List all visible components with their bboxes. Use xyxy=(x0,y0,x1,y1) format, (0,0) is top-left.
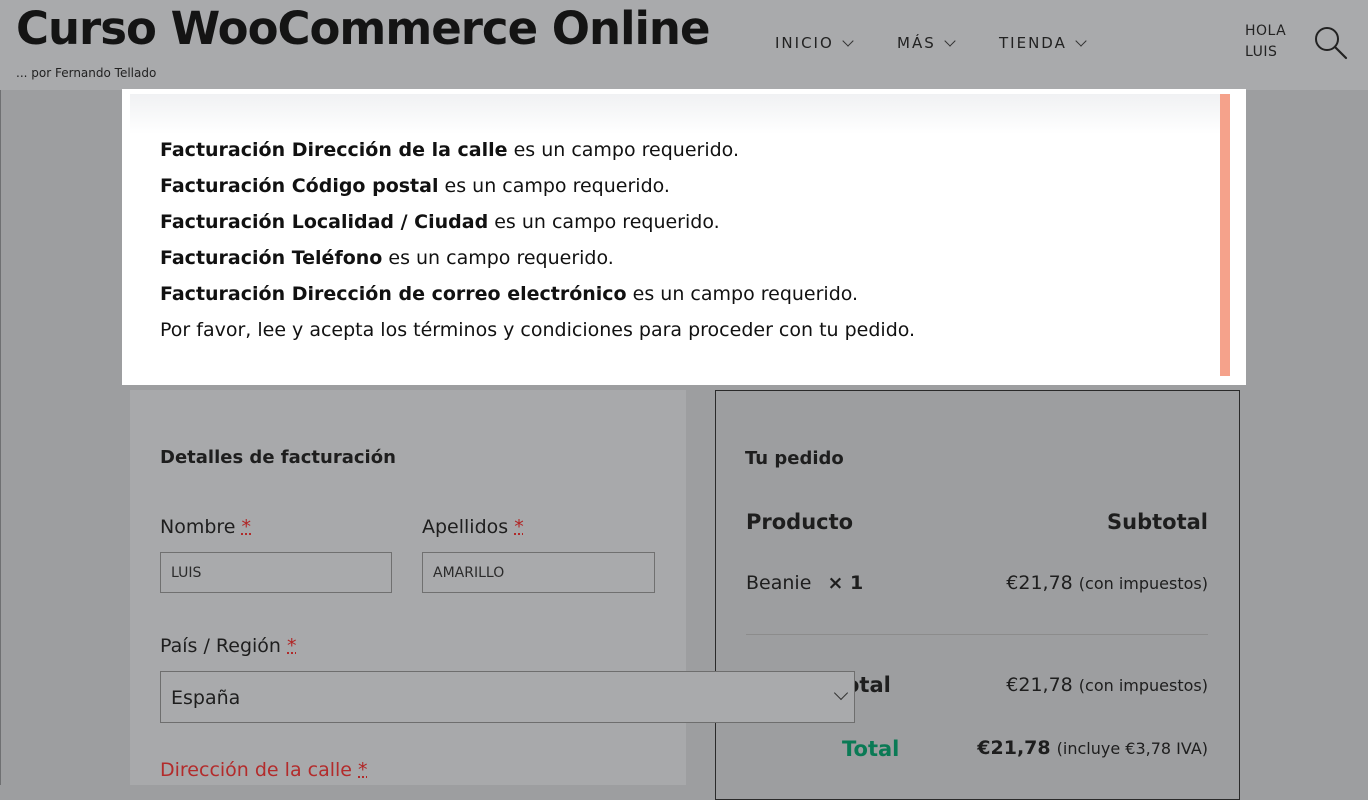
country-select[interactable]: España xyxy=(160,671,855,723)
required-mark: * xyxy=(358,759,368,781)
column-subtotal: Subtotal xyxy=(1107,510,1208,534)
order-divider xyxy=(746,634,1208,635)
column-product: Producto xyxy=(746,510,854,534)
nav-item-tienda[interactable]: TIENDA xyxy=(999,34,1087,52)
country-label: País / Región * xyxy=(160,635,297,657)
site-title[interactable]: Curso WooCommerce Online xyxy=(16,2,710,55)
nav-item-label: INICIO xyxy=(775,34,834,52)
site-tagline: ... por Fernando Tellado xyxy=(16,66,157,80)
order-item-qty: × 1 xyxy=(827,572,864,594)
chevron-down-icon xyxy=(1075,34,1087,47)
first-name-label: Nombre * xyxy=(160,516,252,538)
greeting-line-2: LUIS xyxy=(1245,44,1278,60)
notice-accent-bar xyxy=(1220,94,1230,376)
country-selected-value: España xyxy=(171,687,241,709)
error-item: Facturación Localidad / Ciudad es un cam… xyxy=(160,211,720,233)
greeting-line-1: HOLA xyxy=(1245,23,1287,39)
required-mark: * xyxy=(241,516,252,538)
subtotal-value: €21,78 (con impuestos) xyxy=(1006,674,1208,696)
account-greeting[interactable]: HOLA LUIS xyxy=(1245,21,1286,63)
required-mark: * xyxy=(514,516,524,538)
error-item: Facturación Teléfono es un campo requeri… xyxy=(160,247,614,269)
error-notice-panel: Facturación Dirección de la calle es un … xyxy=(130,94,1230,376)
required-mark: * xyxy=(287,635,297,657)
nav-item-label: MÁS xyxy=(897,34,936,52)
last-name-label: Apellidos * xyxy=(422,516,524,538)
last-name-input[interactable]: AMARILLO xyxy=(422,552,655,593)
first-name-input[interactable]: LUIS xyxy=(160,552,392,593)
chevron-down-icon[interactable] xyxy=(833,685,849,701)
total-label: Total xyxy=(842,737,900,761)
error-notice: Facturación Dirección de la calle es un … xyxy=(122,89,1246,385)
order-item-subtotal: €21,78 (con impuestos) xyxy=(1006,572,1208,594)
order-heading: Tu pedido xyxy=(745,448,844,469)
error-item: Facturación Dirección de la calle es un … xyxy=(160,139,740,161)
page-edge xyxy=(0,90,1,785)
error-list: Facturación Dirección de la calle es un … xyxy=(160,132,915,348)
billing-heading: Detalles de facturación xyxy=(160,447,396,468)
order-item-name: Beanie × 1 xyxy=(746,572,864,594)
site-header: Curso WooCommerce Online ... por Fernand… xyxy=(0,0,1368,90)
chevron-down-icon xyxy=(944,34,956,47)
chevron-down-icon xyxy=(842,34,854,47)
error-item: Facturación Código postal es un campo re… xyxy=(160,175,670,197)
search-icon[interactable] xyxy=(1314,26,1348,60)
nav-item-inicio[interactable]: INICIO xyxy=(775,34,854,52)
error-item: Facturación Dirección de correo electrón… xyxy=(160,283,859,305)
total-value: €21,78 (incluye €3,78 IVA) xyxy=(977,737,1208,759)
nav-item-mas[interactable]: MÁS xyxy=(897,34,956,52)
error-item: Por favor, lee y acepta los términos y c… xyxy=(160,319,916,341)
nav-item-label: TIENDA xyxy=(999,34,1067,52)
street-address-label: Dirección de la calle * xyxy=(160,759,368,781)
